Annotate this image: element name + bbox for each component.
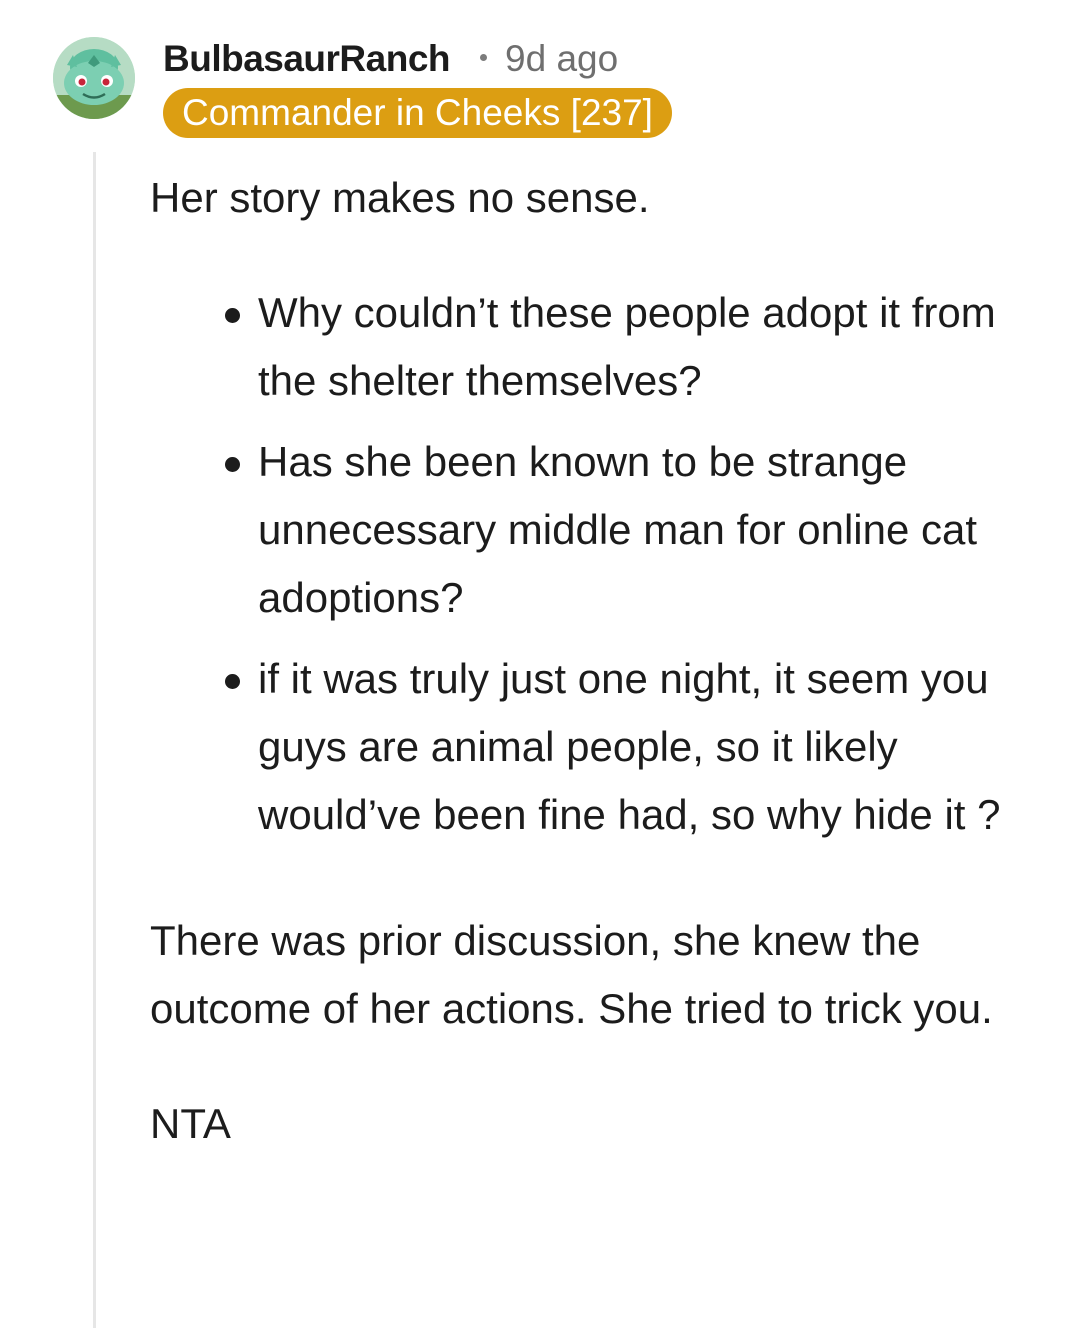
comment-age: 9d ago: [505, 38, 619, 79]
list-item: if it was truly just one night, it seem …: [150, 645, 1030, 849]
bullet-icon: [225, 674, 240, 689]
user-flair: Commander in Cheeks [237]: [163, 88, 672, 138]
comment-meta: BulbasaurRanch 9d ago: [163, 32, 672, 86]
bullet-icon: [225, 308, 240, 323]
comment: BulbasaurRanch 9d ago Commander in Cheek…: [0, 0, 1080, 1328]
bullet-icon: [225, 457, 240, 472]
thread-line[interactable]: [93, 152, 96, 1328]
avatar[interactable]: [53, 37, 135, 119]
separator-dot: [480, 53, 488, 61]
list-item: Why couldn’t these people adopt it from …: [150, 279, 1030, 415]
comment-closing: There was prior discussion, she knew the…: [150, 917, 993, 1032]
comment-verdict: NTA: [150, 1100, 231, 1147]
comment-body: Her story makes no sense. Why couldn’t t…: [150, 164, 1030, 1158]
comment-header: BulbasaurRanch 9d ago Commander in Cheek…: [163, 32, 672, 142]
username-link[interactable]: BulbasaurRanch: [163, 38, 451, 80]
comment-intro: Her story makes no sense.: [150, 174, 650, 221]
bulbasaur-avatar-icon: [53, 37, 135, 119]
bullet-list: Why couldn’t these people adopt it from …: [150, 279, 1030, 849]
list-item: Has she been known to be strange unneces…: [150, 428, 1030, 632]
list-item-text: if it was truly just one night, it seem …: [258, 655, 1001, 838]
list-item-text: Why couldn’t these people adopt it from …: [258, 289, 996, 404]
list-item-text: Has she been known to be strange unneces…: [258, 438, 978, 621]
